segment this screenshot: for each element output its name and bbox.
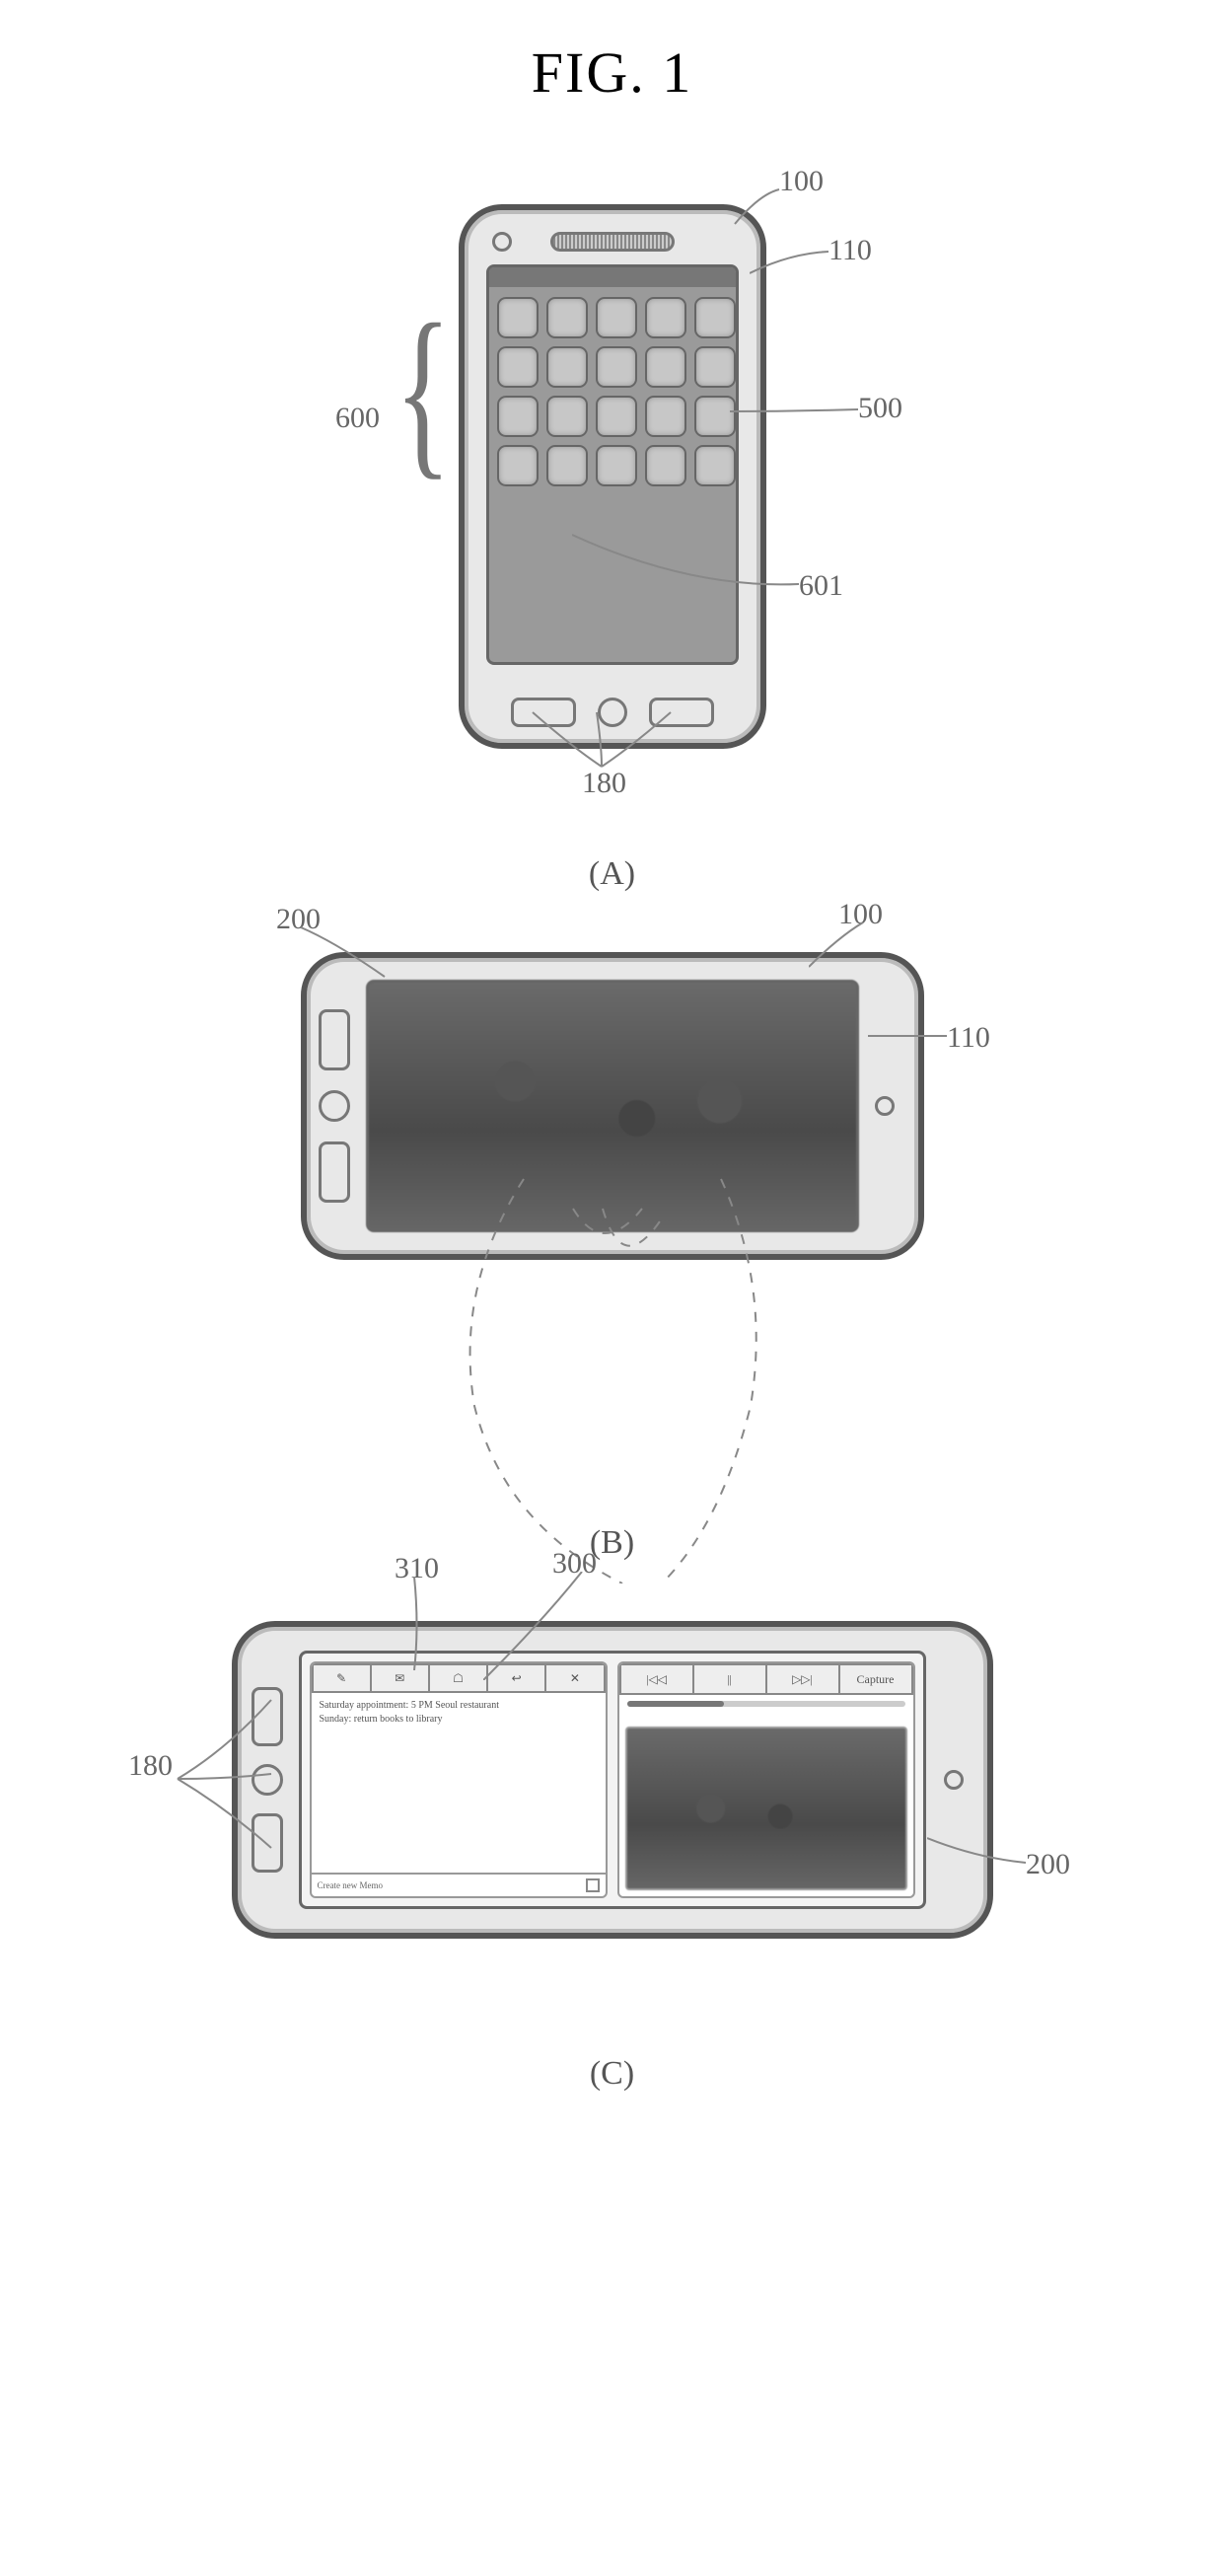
app-icon[interactable] [497, 297, 539, 338]
app-icon[interactable] [546, 346, 588, 388]
player-seek-row [619, 1695, 913, 1723]
player-seek-bar[interactable] [627, 1701, 905, 1707]
app-icon[interactable] [546, 297, 588, 338]
app-icon[interactable] [596, 297, 637, 338]
figure-title: FIG. 1 [0, 39, 1224, 106]
app-icon[interactable] [645, 445, 686, 486]
app-icon[interactable] [546, 445, 588, 486]
player-pane: |◁◁ || ▷▷| Capture [617, 1661, 915, 1898]
player-next-button[interactable]: ▷▷| [767, 1663, 840, 1695]
app-icon[interactable] [596, 346, 637, 388]
app-icon[interactable] [645, 297, 686, 338]
app-icon[interactable] [645, 346, 686, 388]
player-pause-button[interactable]: || [694, 1663, 767, 1695]
camera-dot [875, 1096, 895, 1116]
panel-b-label: (B) [0, 1524, 1224, 1562]
panel-b: 200 100 110 [0, 952, 1224, 1485]
nav-button[interactable] [319, 1009, 350, 1070]
app-icon[interactable] [694, 346, 736, 388]
phone-landscape-split: ✎ ✉ ☖ ↩ ✕ Saturday appointment: 5 PM Seo… [232, 1621, 993, 1939]
video-screen[interactable] [366, 980, 859, 1232]
status-bar [489, 267, 736, 287]
player-video-thumb[interactable] [625, 1727, 907, 1890]
speaker-grille [550, 232, 675, 252]
memo-edit-icon[interactable]: ✎ [312, 1663, 372, 1693]
app-icon[interactable] [497, 346, 539, 388]
app-icon[interactable] [497, 445, 539, 486]
camera-dot [492, 232, 512, 252]
app-icon[interactable] [596, 396, 637, 437]
memo-line: Saturday appointment: 5 PM Seoul restaur… [320, 1699, 598, 1713]
app-icon[interactable] [694, 297, 736, 338]
app-icon[interactable] [694, 445, 736, 486]
player-prev-button[interactable]: |◁◁ [619, 1663, 694, 1695]
player-capture-button[interactable]: Capture [840, 1663, 913, 1695]
nav-home-button[interactable] [319, 1090, 350, 1122]
app-icon[interactable] [497, 396, 539, 437]
phone-landscape [301, 952, 924, 1260]
app-icon[interactable] [596, 445, 637, 486]
player-controls: |◁◁ || ▷▷| Capture [619, 1663, 913, 1695]
nav-bar [319, 958, 350, 1254]
split-screen: ✎ ✉ ☖ ↩ ✕ Saturday appointment: 5 PM Seo… [299, 1651, 926, 1909]
ref-600: 600 [335, 402, 380, 435]
brace-600: { [395, 282, 452, 500]
app-icon[interactable] [645, 396, 686, 437]
ref-180c: 180 [128, 1749, 173, 1783]
panel-c-label: (C) [0, 2055, 1224, 2093]
panel-a-label: (A) [0, 855, 1224, 893]
memo-footer-icon[interactable] [586, 1878, 600, 1892]
memo-line: Sunday: return books to library [320, 1713, 598, 1727]
app-icon[interactable] [546, 396, 588, 437]
phone-portrait [459, 204, 766, 749]
memo-body[interactable]: Saturday appointment: 5 PM Seoul restaur… [312, 1693, 606, 1873]
app-icon-grid [489, 287, 736, 496]
memo-pane: ✎ ✉ ☖ ↩ ✕ Saturday appointment: 5 PM Seo… [310, 1661, 608, 1898]
panel-a: 100 110 500 { 600 601 180 [0, 204, 1224, 816]
panel-c: ✎ ✉ ☖ ↩ ✕ Saturday appointment: 5 PM Seo… [0, 1621, 1224, 2016]
nav-button[interactable] [319, 1141, 350, 1203]
memo-footer: Create new Memo [312, 1873, 606, 1896]
camera-dot [944, 1770, 964, 1790]
memo-footer-label: Create new Memo [318, 1880, 383, 1890]
phone-screen [486, 264, 739, 665]
